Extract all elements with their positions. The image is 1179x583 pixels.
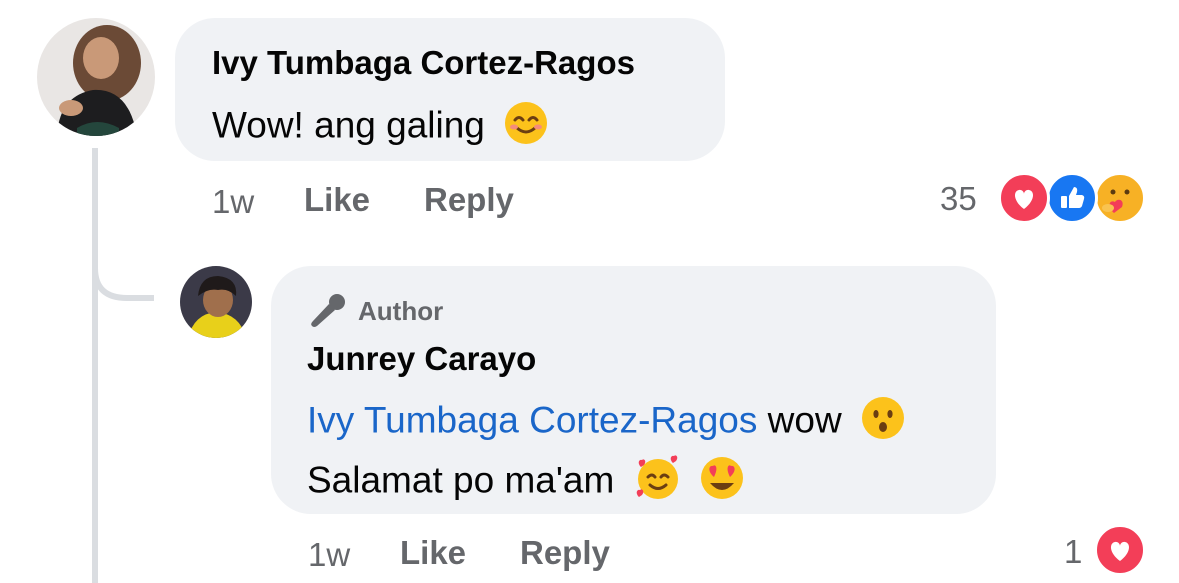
mention-link[interactable]: Ivy Tumbaga Cortez-Ragos — [307, 399, 757, 440]
like-icon[interactable] — [1046, 172, 1098, 224]
thread-branch — [92, 250, 154, 301]
reply-button[interactable]: Reply — [520, 534, 610, 572]
like-button[interactable]: Like — [400, 534, 466, 572]
hushed-face-icon — [860, 395, 906, 450]
reaction-count[interactable]: 35 — [940, 180, 977, 218]
care-icon[interactable] — [1094, 172, 1146, 224]
reply-button[interactable]: Reply — [424, 181, 514, 219]
reply-text-line-1: Ivy Tumbaga Cortez-Ragos wow — [307, 395, 906, 450]
smiling-face-with-hearts-icon — [633, 453, 683, 512]
reaction-count[interactable]: 1 — [1064, 533, 1082, 571]
reply-second-line: Salamat po ma'am — [307, 459, 615, 501]
reply-author[interactable]: Junrey Carayo — [307, 340, 536, 378]
avatar[interactable] — [37, 18, 155, 136]
author-badge: Author — [358, 296, 444, 326]
avatar[interactable] — [180, 266, 252, 338]
heart-eyes-icon — [697, 453, 747, 512]
like-button[interactable]: Like — [304, 181, 370, 219]
thread-line — [92, 148, 98, 583]
comment-time[interactable]: 1w — [212, 183, 254, 221]
comment-text: Wow! ang galing — [212, 104, 485, 146]
reply-text-line-2: Salamat po ma'am — [307, 453, 747, 512]
microphone-icon — [307, 292, 347, 337]
reply-time[interactable]: 1w — [308, 536, 350, 574]
smiling-face-icon — [503, 100, 549, 155]
love-icon[interactable] — [998, 172, 1050, 224]
comment-text-line: Wow! ang galing — [212, 100, 549, 155]
comment-author[interactable]: Ivy Tumbaga Cortez-Ragos — [212, 44, 635, 82]
reply-text: wow — [767, 399, 842, 441]
love-icon[interactable] — [1094, 524, 1146, 576]
